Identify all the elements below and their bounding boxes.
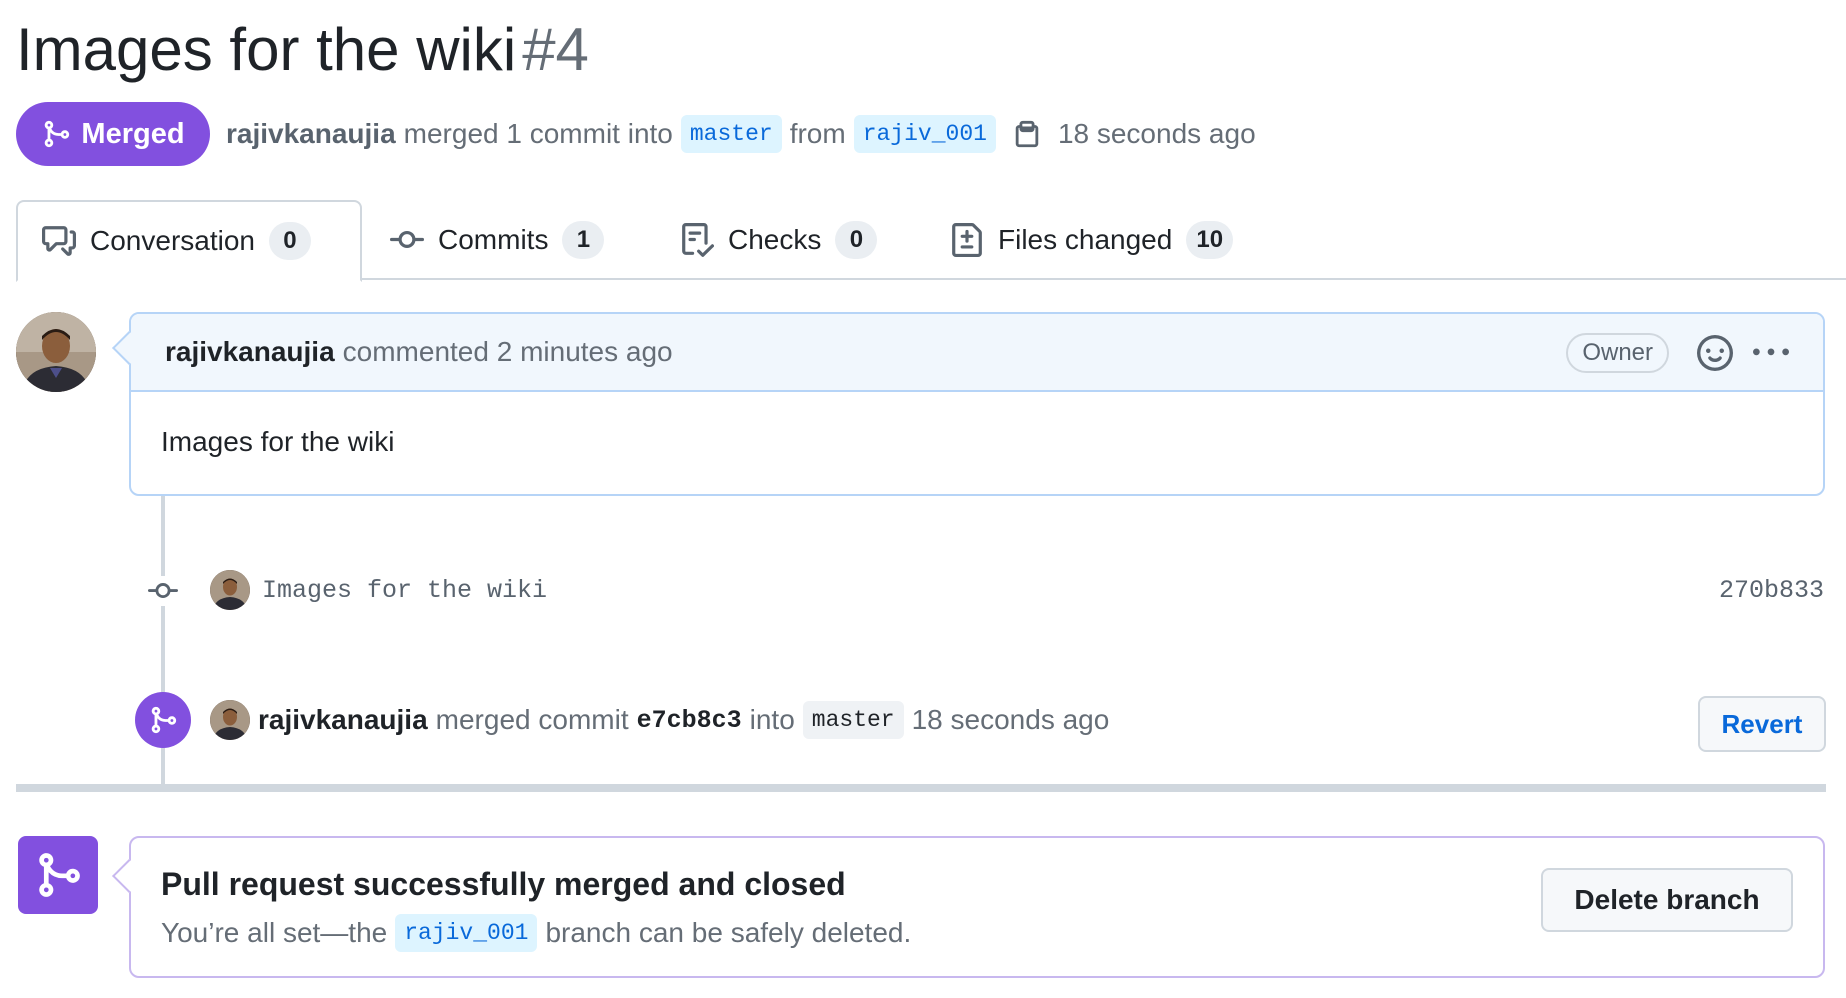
merge-event-text: merged commit <box>435 704 629 735</box>
comment-box: rajivkanaujia commented 2 minutes ago Ow… <box>112 312 1825 496</box>
avatar[interactable] <box>210 700 250 740</box>
head-branch-link[interactable]: rajiv_001 <box>853 115 996 153</box>
tab-files-changed[interactable]: Files changed 10 <box>926 200 1257 280</box>
tab-checks[interactable]: Checks 0 <box>656 200 901 280</box>
pr-tabs: Conversation 0 Commits 1 Checks 0 Files … <box>16 200 1846 282</box>
merge-status-box: Pull request successfully merged and clo… <box>112 836 1825 978</box>
merge-status-text-before: You’re all set—the <box>161 917 388 948</box>
tab-count: 0 <box>268 222 311 260</box>
tab-label: Commits <box>438 224 549 255</box>
checklist-icon <box>682 223 714 257</box>
merge-status-badge <box>18 836 98 914</box>
comment-meta[interactable]: commented 2 minutes ago <box>343 336 673 368</box>
pr-number: #4 <box>522 16 589 83</box>
merge-status-branch-link[interactable]: rajiv_001 <box>395 914 538 952</box>
merge-box-caret <box>112 859 146 893</box>
git-commit-icon <box>390 230 424 248</box>
merge-event-badge <box>135 692 191 748</box>
owner-badge: Owner <box>1566 333 1669 373</box>
status-label: Merged <box>81 117 185 150</box>
tab-label: Checks <box>728 224 822 255</box>
delete-branch-button[interactable]: Delete branch <box>1541 868 1793 932</box>
from-text: from <box>789 118 846 149</box>
page-title: Images for the wiki #4 <box>16 10 589 90</box>
merge-branch-link[interactable]: master <box>802 701 904 739</box>
merge-into-text: into <box>749 704 795 735</box>
pr-author-link[interactable]: rajivkanaujia <box>226 118 396 150</box>
merge-text: merged 1 commit into <box>403 118 673 149</box>
git-merge-icon <box>151 706 177 734</box>
revert-button[interactable]: Revert <box>1698 696 1826 752</box>
git-merge-icon <box>39 853 80 897</box>
merge-status-title: Pull request successfully merged and clo… <box>161 866 846 902</box>
tab-label: Files changed <box>998 224 1173 255</box>
merge-event-line: rajivkanaujia merged commit e7cb8c3 into… <box>258 696 1109 744</box>
pr-meta-line: rajivkanaujia merged 1 commit into maste… <box>226 110 1256 158</box>
merge-author-link[interactable]: rajivkanaujia <box>258 704 428 736</box>
tab-conversation[interactable]: Conversation 0 <box>16 200 362 282</box>
merge-commit-sha-link[interactable]: e7cb8c3 <box>637 706 742 735</box>
merge-event-time[interactable]: 18 seconds ago <box>912 704 1110 736</box>
git-merge-icon <box>45 120 70 148</box>
tab-label: Conversation <box>90 225 255 256</box>
comment-body: Images for the wiki <box>161 426 395 457</box>
pr-title: Images for the wiki <box>16 16 517 83</box>
status-badge-merged: Merged <box>16 102 210 166</box>
user-avatar-image <box>210 570 250 610</box>
comment-author-link[interactable]: rajivkanaujia <box>165 336 335 368</box>
kebab-horizontal-icon[interactable] <box>1753 335 1789 371</box>
git-commit-icon <box>146 576 180 606</box>
tab-count: 0 <box>835 221 878 259</box>
smiley-icon[interactable] <box>1697 335 1733 371</box>
comment-discussion-icon <box>42 226 76 256</box>
merge-status-subtitle: You’re all set—the rajiv_001 branch can … <box>161 914 911 952</box>
avatar[interactable] <box>210 570 250 610</box>
user-avatar-image <box>16 312 96 392</box>
user-avatar-image <box>210 700 250 740</box>
base-branch-link[interactable]: master <box>680 115 782 153</box>
file-diff-icon <box>952 223 982 257</box>
copy-branch-button[interactable] <box>1004 119 1050 149</box>
tab-count: 1 <box>562 221 605 259</box>
avatar[interactable] <box>16 312 96 392</box>
merged-time: 18 seconds ago <box>1057 118 1256 149</box>
merge-status-text-after: branch can be safely deleted. <box>545 917 912 948</box>
commit-sha-link[interactable]: 270b833 <box>1719 574 1824 608</box>
copy-icon <box>1015 120 1039 148</box>
timeline-divider <box>16 784 1826 792</box>
tab-commits[interactable]: Commits 1 <box>366 200 628 280</box>
tab-count: 10 <box>1186 221 1234 259</box>
commit-message-link[interactable]: Images for the wiki <box>262 574 547 608</box>
